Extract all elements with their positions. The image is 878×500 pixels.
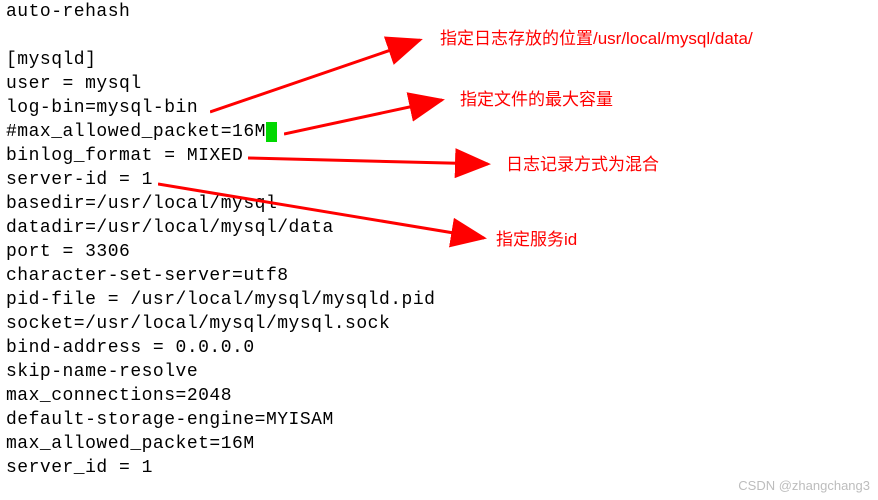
config-line: [mysqld] [6,50,96,70]
config-line: binlog_format = MIXED [6,146,243,166]
watermark-text: CSDN @zhangchang3 [738,474,870,498]
cursor-icon [266,122,277,142]
annotation-log-path: 指定日志存放的位置/usr/local/mysql/data/ [440,27,753,51]
config-line: skip-name-resolve [6,362,198,382]
config-line: socket=/usr/local/mysql/mysql.sock [6,314,390,334]
annotation-server-id: 指定服务id [496,228,577,252]
config-line: default-storage-engine=MYISAM [6,410,334,430]
config-line: basedir=/usr/local/mysql [6,194,277,214]
config-line: bind-address = 0.0.0.0 [6,338,255,358]
config-line: #max_allowed_packet=16M [6,122,266,142]
annotation-max-size: 指定文件的最大容量 [460,88,613,112]
config-line: auto-rehash [6,2,130,22]
config-line: character-set-server=utf8 [6,266,289,286]
config-line: pid-file = /usr/local/mysql/mysqld.pid [6,290,435,310]
annotation-log-mode: 日志记录方式为混合 [506,153,659,177]
config-line: port = 3306 [6,242,130,262]
config-line: server-id = 1 [6,170,153,190]
config-line: datadir=/usr/local/mysql/data [6,218,334,238]
config-line: user = mysql [6,74,142,94]
config-line: max_connections=2048 [6,386,232,406]
config-file-content: auto-rehash [mysqld] user = mysql log-bi… [6,0,435,480]
config-line: max_allowed_packet=16M [6,434,255,454]
config-line: log-bin=mysql-bin [6,98,198,118]
config-line: server_id = 1 [6,458,153,478]
